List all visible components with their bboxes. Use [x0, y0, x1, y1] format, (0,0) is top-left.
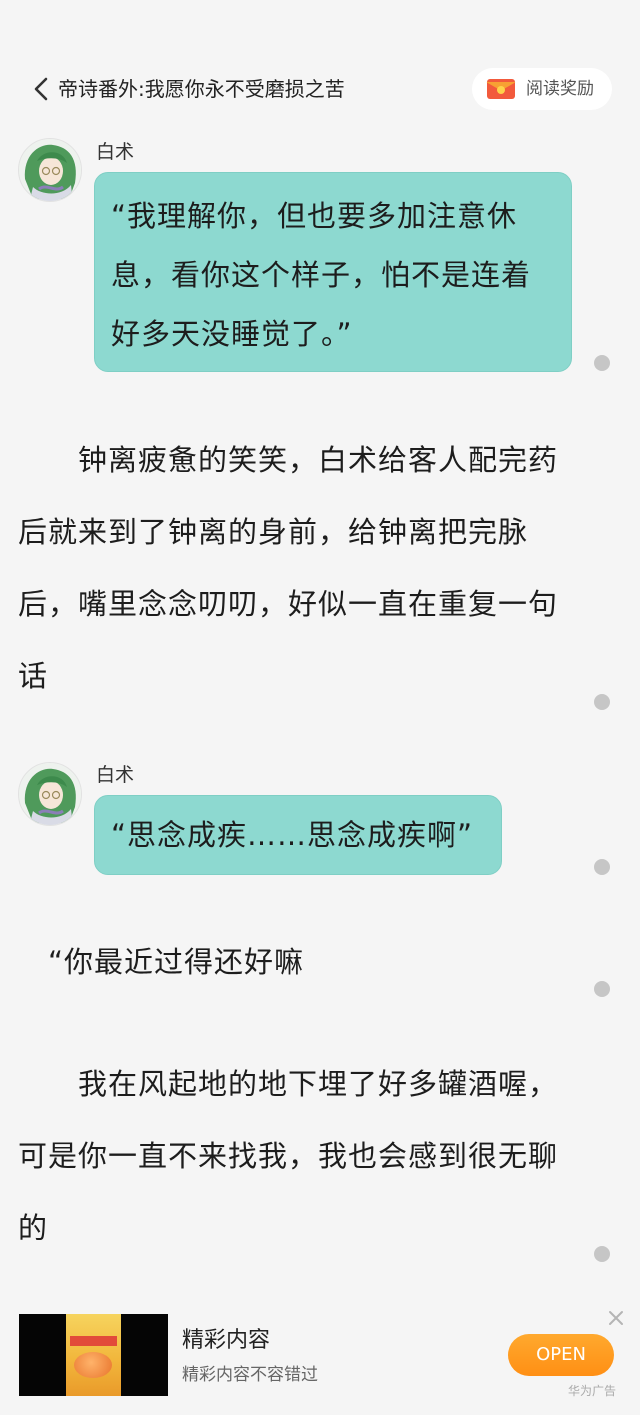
reading-reward-button[interactable]: 阅读奖励	[472, 68, 612, 110]
chevron-left-icon	[34, 77, 48, 101]
product-image	[66, 1314, 121, 1396]
ad-subtitle: 精彩内容不容错过	[182, 1365, 318, 1385]
avatar-baizhu[interactable]	[18, 762, 82, 826]
ad-brand-label: 华为广告	[568, 1384, 617, 1398]
speaker-name: 白术	[96, 764, 135, 786]
paragraph-line: 钟离疲惫的笑笑，白术给客人配完药	[18, 443, 559, 477]
ad-banner[interactable]: 精彩内容 精彩内容不容错过 OPEN 华为广告	[0, 1300, 640, 1415]
back-button[interactable]	[30, 76, 54, 102]
bubble-line: 息，看你这个样子，怕不是连着	[111, 258, 532, 292]
paragraph-line: 的	[18, 1211, 49, 1245]
story-paragraph: 我在风起地的地下埋了好多罐酒喔， 可是你一直不来找我，我也会感到很无聊 的	[18, 1048, 588, 1264]
chapter-title: 帝诗番外:我愿你永不受磨损之苦	[58, 77, 345, 101]
dialogue-bubble: “我理解你，但也要多加注意休 息，看你这个样子，怕不是连着 好多天没睡觉了。”	[94, 172, 572, 372]
dialogue-bubble: “思念成疾……思念成疾啊”	[94, 795, 502, 875]
paragraph-line: “你最近过得还好嘛	[18, 945, 305, 979]
ad-image[interactable]	[19, 1314, 168, 1396]
comment-dot[interactable]	[594, 694, 610, 710]
character-avatar-icon	[19, 139, 81, 201]
paragraph-line: 后，嘴里念念叨叨，好似一直在重复一句	[18, 587, 559, 621]
ad-title: 精彩内容	[182, 1328, 271, 1353]
ad-open-button[interactable]: OPEN	[508, 1334, 614, 1376]
bubble-line: 好多天没睡觉了。”	[111, 317, 353, 351]
comment-dot[interactable]	[594, 1246, 610, 1262]
comment-dot[interactable]	[594, 355, 610, 371]
avatar-baizhu[interactable]	[18, 138, 82, 202]
header-bar: 帝诗番外:我愿你永不受磨损之苦 阅读奖励	[0, 62, 640, 116]
character-avatar-icon	[19, 763, 81, 825]
paragraph-line: 可是你一直不来找我，我也会感到很无聊	[18, 1139, 559, 1173]
bubble-line: “思念成疾……思念成疾啊”	[111, 818, 474, 852]
red-envelope-icon	[486, 79, 516, 99]
reading-reward-label: 阅读奖励	[526, 79, 594, 99]
story-paragraph: “你最近过得还好嘛	[18, 926, 588, 998]
speaker-name: 白术	[96, 141, 135, 163]
bubble-line: “我理解你，但也要多加注意休	[111, 199, 518, 233]
close-icon[interactable]	[606, 1308, 626, 1328]
comment-dot[interactable]	[594, 981, 610, 997]
paragraph-line: 我在风起地的地下埋了好多罐酒喔，	[18, 1067, 559, 1101]
story-paragraph: 钟离疲惫的笑笑，白术给客人配完药 后就来到了钟离的身前，给钟离把完脉 后，嘴里念…	[18, 424, 588, 712]
paragraph-line: 后就来到了钟离的身前，给钟离把完脉	[18, 515, 529, 549]
comment-dot[interactable]	[594, 859, 610, 875]
paragraph-line: 话	[18, 659, 49, 693]
